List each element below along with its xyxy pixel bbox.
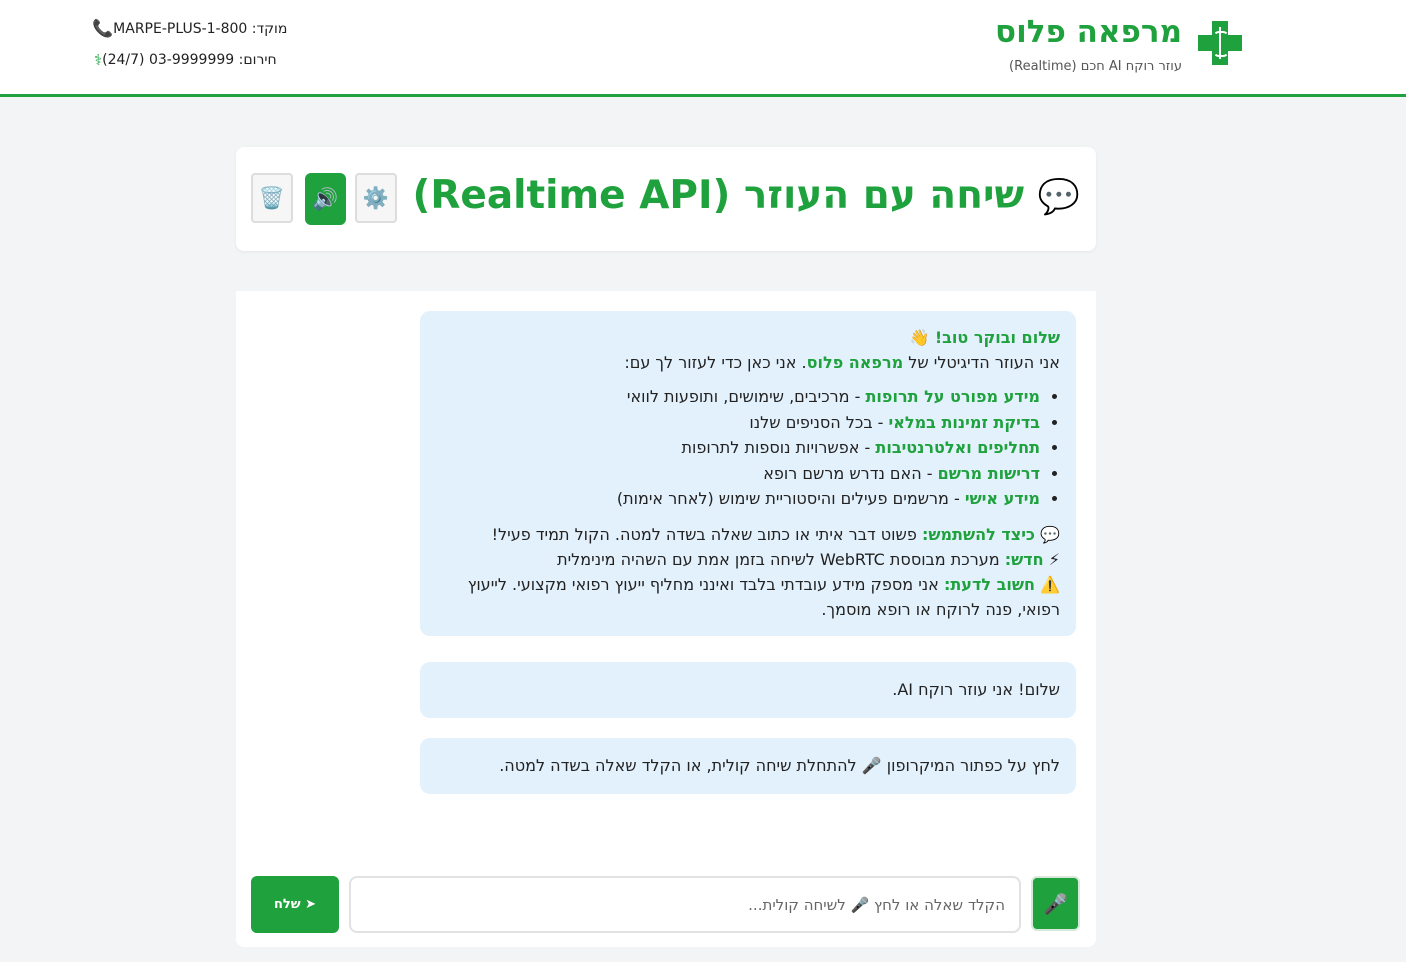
warning-line: ⚠️ חשוב לדעת: אני מספק מידע עובדתי בלבד … (438, 572, 1060, 622)
assistant-message: שלום! אני עוזר רוקח AI. (420, 662, 1076, 718)
assistant-message: לחץ על כפתור המיקרופון 🎤 להתחלת שיחה קול… (420, 738, 1076, 794)
item-desc: - האם נדרש מרשם רופא (763, 463, 938, 483)
hotline-label: מוקד: MARPE-PLUS-1-800 (113, 21, 288, 37)
welcome-message: שלום ובוקר טוב! 👋 אני העוזר הדיגיטלי של … (420, 311, 1076, 636)
input-bar: ➤ שלח 🎤 (236, 859, 1096, 947)
greeting-line: שלום ובוקר טוב! 👋 (438, 325, 1060, 350)
chat-messages[interactable]: שלום ובוקר טוב! 👋 אני העוזר הדיגיטלי של … (236, 291, 1096, 859)
microphone-button[interactable]: 🎤 (1031, 876, 1080, 931)
list-item: בדיקת זמינות במלאי - בכל הסניפים שלנו (438, 410, 1040, 436)
emergency-row: ⚕ חירום: 03-9999999 (24/7) (86, 49, 287, 71)
item-desc: - מרכיבים, שימושים, ותופעות לוואי (626, 387, 866, 406)
hotline-row: 📞 מוקד: MARPE-PLUS-1-800 (86, 18, 287, 40)
howto-line: 💬 כיצד להשתמש: פשוט דבר איתי או כתוב שאל… (438, 522, 1060, 547)
settings-button[interactable]: ⚙️ (355, 173, 397, 223)
message-text: שלום! אני עוזר רוקח AI. (892, 680, 1060, 699)
item-title: תחליפים ואלטרנטיבות (875, 438, 1040, 457)
item-desc: - מרשמים פעילים והיסטוריית שימוש (לאחר א… (616, 489, 965, 508)
list-item: דרישות מרשם - האם נדרש מרשם רופא (438, 461, 1040, 487)
sound-toggle-button[interactable]: 🔊 (305, 173, 346, 225)
new-text: מערכת מבוססת WebRTC לשיחה בזמן אמת עם הש… (557, 549, 1005, 569)
speech-bubble-icon: 💬 (1040, 524, 1060, 544)
phone-icon: 📞 (92, 19, 114, 39)
intro-brand: מרפאה פלוס (806, 353, 904, 372)
intro-prefix: אני העוזר הדיגיטלי של (903, 353, 1060, 372)
howto-text: פשוט דבר איתי או כתוב שאלה בשדה למטה. הק… (491, 524, 922, 544)
warning-title: חשוב לדעת: (943, 574, 1035, 594)
pharmacy-cross-icon (1198, 21, 1242, 65)
new-title: חדש: (1004, 549, 1044, 569)
item-desc: - בכל הסניפים שלנו (749, 412, 889, 432)
message-text: לחץ על כפתור המיקרופון 🎤 להתחלת שיחה קול… (499, 756, 1060, 775)
brand-subtitle: עוזר רוקח AI חכם (Realtime) (1009, 59, 1182, 74)
caduceus-icon: ⚕ (94, 51, 103, 69)
brand-text: מרפאה פלוס עוזר רוקח AI חכם (Realtime) (995, 14, 1182, 74)
clear-chat-button[interactable]: 🗑️ (251, 173, 293, 223)
speaker-icon: 🔊 (312, 186, 339, 211)
contact-info: 📞 מוקד: MARPE-PLUS-1-800 ⚕ חירום: 03-999… (86, 18, 287, 80)
item-desc: - אפשרויות נוספות לתרופות (681, 438, 876, 457)
intro-line: אני העוזר הדיגיטלי של מרפאה פלוס. אני כא… (438, 350, 1060, 375)
list-item: מידע מפורט על תרופות - מרכיבים, שימושים,… (438, 384, 1040, 410)
wave-icon: 👋 (909, 328, 930, 347)
item-title: בדיקת זמינות במלאי (888, 412, 1040, 432)
chat-title: 💬 שיחה עם העוזר (Realtime API) (413, 171, 1080, 222)
list-item: תחליפים ואלטרנטיבות - אפשרויות נוספות לת… (438, 435, 1040, 461)
new-line: ⚡ חדש: מערכת מבוססת WebRTC לשיחה בזמן אמ… (438, 547, 1060, 572)
gear-icon: ⚙️ (362, 185, 390, 210)
chat-title-text: שיחה עם העוזר (Realtime API) (412, 173, 1025, 218)
site-header: 📞 מוקד: MARPE-PLUS-1-800 ⚕ חירום: 03-999… (0, 0, 1406, 97)
message-input[interactable] (349, 876, 1021, 933)
emergency-label: חירום: 03-9999999 (24/7) (102, 52, 277, 68)
intro-suffix: . אני כאן כדי לעזור לך עם: (624, 353, 807, 372)
microphone-icon: 🎤 (1043, 891, 1068, 916)
chat-title-card: 💬 שיחה עם העוזר (Realtime API) ⚙️ 🔊 🗑️ (236, 147, 1096, 251)
item-title: מידע אישי (964, 489, 1040, 508)
warning-icon: ⚠️ (1040, 574, 1060, 594)
send-button[interactable]: ➤ שלח (251, 876, 339, 933)
howto-title: כיצד להשתמש: (921, 524, 1035, 544)
item-title: דרישות מרשם (937, 463, 1040, 483)
lightning-icon: ⚡ (1048, 549, 1060, 569)
trash-icon: 🗑️ (258, 185, 286, 210)
greeting: שלום ובוקר טוב! (934, 328, 1060, 347)
capabilities-list: מידע מפורט על תרופות - מרכיבים, שימושים,… (438, 384, 1060, 512)
list-item: מידע אישי - מרשמים פעילים והיסטוריית שימ… (438, 486, 1040, 512)
item-title: מידע מפורט על תרופות (865, 387, 1041, 406)
brand-title: מרפאה פלוס (995, 14, 1182, 50)
brand[interactable]: מרפאה פלוס עוזר רוקח AI חכם (Realtime) (995, 14, 1242, 74)
speech-bubble-icon: 💬 (1037, 177, 1080, 217)
